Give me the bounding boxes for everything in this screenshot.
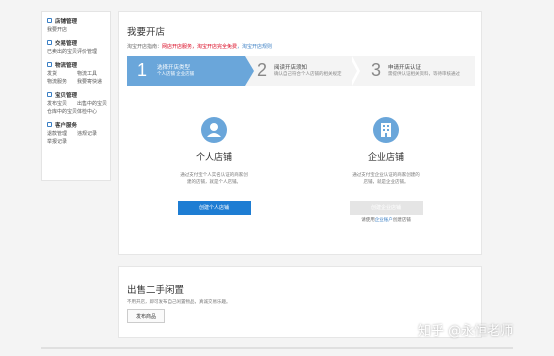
- sidebar-link-refund[interactable]: 退款管理: [47, 130, 77, 137]
- sidebar-link-open-shop[interactable]: 我要开店: [47, 26, 77, 33]
- sidebar-heading-logistics: 物流管理: [47, 60, 110, 69]
- sidebar-link-publish[interactable]: 发布宝贝: [47, 100, 77, 107]
- sidebar-row: 发货 物流工具: [47, 69, 110, 77]
- sidebar-heading-service: 客户服务: [47, 120, 110, 129]
- sidebar-link-logistics-tools[interactable]: 物流工具: [77, 70, 107, 77]
- sidebar-group-service: 客户服务 退款管理 违规记录 举报记录: [47, 120, 110, 145]
- step-title: 申请开店认证: [388, 65, 422, 71]
- step-progress-bar: 1 选择开店类型 个人店铺 企业店铺 2 阅读开店须知 确认自己符合个人店铺的相…: [127, 56, 475, 86]
- enterprise-account-hint: 请使用企业账户创建店铺: [361, 217, 411, 222]
- sidebar-link-ship[interactable]: 发货: [47, 70, 77, 77]
- sidebar-heading-items: 宝贝管理: [47, 90, 110, 99]
- sidebar-row: 已卖出的宝贝 评价管理: [47, 47, 110, 55]
- sidebar-row: 我要开店: [47, 25, 110, 33]
- guide-link-red[interactable]: 网店开店服务，淘宝开店完全免费: [162, 44, 237, 50]
- second-hand-title: 出售二手闲置: [127, 285, 185, 296]
- step-title: 选择开店类型: [157, 65, 191, 71]
- building-icon-svg: [381, 123, 391, 137]
- sidebar-row: 仓库中的宝贝 体检中心: [47, 107, 110, 115]
- publish-item-button[interactable]: 发布商品: [127, 309, 165, 323]
- second-hand-desc: 不用开店，即可发布自己闲置物品，真诚交易乐趣。: [127, 299, 231, 304]
- step-desc: 需提供认证相关资料，等待审核通过: [388, 71, 460, 76]
- sidebar-group-items: 宝贝管理 发布宝贝 出售中的宝贝 仓库中的宝贝 体检中心: [47, 90, 110, 115]
- sidebar-link-reviews[interactable]: 评价管理: [77, 48, 107, 55]
- sidebar-link-checkup[interactable]: 体检中心: [77, 108, 107, 115]
- step-desc: 确认自己符合个人店铺的相关规定: [274, 71, 342, 76]
- sidebar-link-on-sale[interactable]: 出售中的宝贝: [77, 100, 107, 107]
- step-3: 3 申请开店认证 需提供认证相关资料，等待审核通过: [371, 56, 471, 86]
- page-title: 我要开店: [127, 27, 166, 38]
- sidebar-group-trade: 交易管理 已卖出的宝贝 评价管理: [47, 38, 110, 55]
- truck-icon: [47, 62, 52, 67]
- step-desc: 个人店铺 企业店铺: [157, 71, 195, 76]
- sidebar-link-violations[interactable]: 违规记录: [77, 130, 107, 137]
- sidebar-link-sold[interactable]: 已卖出的宝贝: [47, 48, 77, 55]
- enterprise-account-link[interactable]: 企业账户: [375, 217, 393, 222]
- step-number: 2: [257, 60, 268, 80]
- sidebar-heading-shop: 店铺管理: [47, 16, 110, 25]
- guide-link-rules[interactable]: ，淘宝开店规则: [237, 44, 272, 50]
- left-sidebar: 店铺管理 我要开店 交易管理 已卖出的宝贝 评价管理 物流管理 发货 物流工具 物流…: [41, 11, 111, 181]
- step-number: 3: [371, 60, 382, 80]
- sidebar-link-reports[interactable]: 举报记录: [47, 138, 77, 145]
- enterprise-store-card: 企业店铺 通过支付宝企业认证的商家创建的 店铺，就是企业店铺。 创建企业店铺 请使…: [326, 117, 446, 223]
- create-personal-store-button[interactable]: 创建个人店铺: [177, 201, 251, 215]
- trade-icon: [47, 40, 52, 45]
- step-1: 1 选择开店类型 个人店铺 企业店铺: [127, 56, 245, 86]
- sidebar-link-logistics-service[interactable]: 物流服务: [47, 78, 77, 85]
- watermark: 知乎 @永恒老师: [418, 324, 514, 339]
- step-number: 1: [137, 60, 148, 80]
- item-icon: [47, 92, 52, 97]
- shop-icon: [47, 18, 52, 23]
- sidebar-link-warehouse[interactable]: 仓库中的宝贝: [47, 108, 77, 115]
- sidebar-link-express[interactable]: 我要寄快递: [77, 78, 107, 85]
- sidebar-row: 举报记录: [47, 137, 110, 145]
- sidebar-row: 物流服务 我要寄快递: [47, 77, 110, 85]
- sidebar-heading-trade: 交易管理: [47, 38, 110, 47]
- sidebar-row: 发布宝贝 出售中的宝贝: [47, 99, 110, 107]
- personal-store-title: 个人店铺: [195, 152, 232, 162]
- person-icon-svg: [207, 123, 221, 137]
- step-arrow: [245, 56, 254, 86]
- shop-guide-tip: 淘宝开店指南：网店开店服务，淘宝开店完全免费，淘宝开店规则: [127, 44, 273, 50]
- personal-store-desc: 通过支付宝个人实名认证的商家创 建的店铺，就是个人店铺。: [180, 172, 248, 184]
- step-2: 2 阅读开店须知 确认自己符合个人店铺的相关规定: [257, 56, 357, 86]
- sidebar-group-logistics: 物流管理 发货 物流工具 物流服务 我要寄快递: [47, 60, 110, 85]
- building-icon: [373, 117, 399, 143]
- open-shop-panel: 我要开店 淘宝开店指南：网店开店服务，淘宝开店完全免费，淘宝开店规则 1 选择开…: [118, 11, 482, 255]
- step-title: 阅读开店须知: [274, 65, 308, 71]
- enterprise-store-desc: 通过支付宝企业认证的商家创建的 店铺，就是企业店铺。: [352, 172, 420, 184]
- enterprise-store-title: 企业店铺: [367, 152, 404, 162]
- sidebar-group-shop: 店铺管理 我要开店: [47, 16, 110, 33]
- create-enterprise-store-button[interactable]: 创建企业店铺: [349, 201, 423, 215]
- service-icon: [47, 122, 52, 127]
- footer-divider: [41, 347, 513, 349]
- person-icon: [201, 117, 227, 143]
- personal-store-card: 个人店铺 通过支付宝个人实名认证的商家创 建的店铺，就是个人店铺。 创建个人店铺: [154, 117, 274, 215]
- sidebar-row: 退款管理 违规记录: [47, 129, 110, 137]
